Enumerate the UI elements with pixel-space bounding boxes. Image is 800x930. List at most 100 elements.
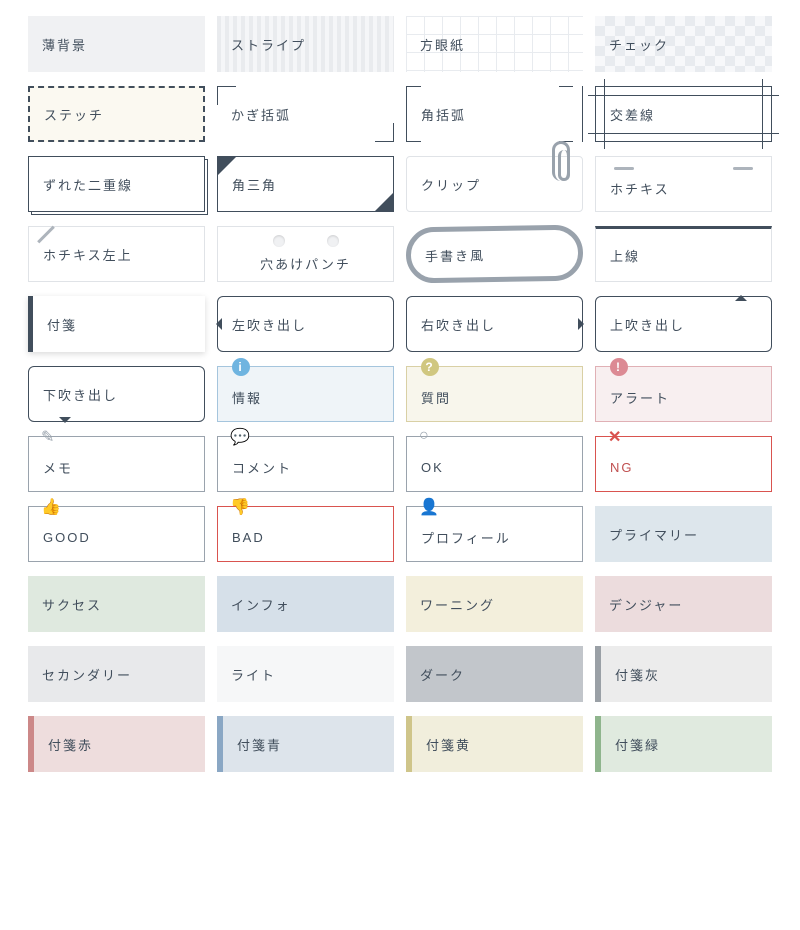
label: インフォ: [231, 595, 291, 614]
label: 上線: [610, 246, 640, 265]
label: ステッチ: [44, 105, 104, 124]
style-handdrawn[interactable]: 手書き風: [406, 224, 584, 283]
thumbs-down-icon: 👎: [230, 497, 252, 517]
style-staple[interactable]: ホチキス: [595, 156, 772, 212]
style-stripe[interactable]: ストライプ: [217, 16, 394, 72]
label: 方眼紙: [420, 35, 465, 54]
style-success[interactable]: サクセス: [28, 576, 205, 632]
label: 付箋緑: [615, 735, 660, 754]
label: ワーニング: [420, 595, 495, 614]
style-staple-topleft[interactable]: ホチキス左上: [28, 226, 205, 282]
label: 角括弧: [421, 105, 466, 124]
label: 情報: [232, 388, 262, 407]
label: BAD: [232, 530, 265, 545]
label: ストライプ: [231, 35, 306, 54]
label: プライマリー: [609, 525, 699, 544]
style-fusen[interactable]: 付箋: [28, 296, 205, 352]
profile-icon: 👤: [419, 497, 441, 517]
style-speech-top[interactable]: 上吹き出し: [595, 296, 772, 352]
style-speech-right[interactable]: 右吹き出し: [406, 296, 583, 352]
thumbs-up-icon: 👍: [41, 497, 63, 517]
style-graph[interactable]: 方眼紙: [406, 16, 583, 72]
label: 付箋赤: [48, 735, 93, 754]
label: 上吹き出し: [610, 315, 685, 334]
circle-icon: ○: [419, 427, 431, 445]
style-secondary[interactable]: セカンダリー: [28, 646, 205, 702]
label: 付箋黄: [426, 735, 471, 754]
label: コメント: [232, 458, 292, 477]
style-corner-triangle[interactable]: 角三角: [217, 156, 394, 212]
style-fusen-red[interactable]: 付箋赤: [28, 716, 205, 772]
style-primary[interactable]: プライマリー: [595, 506, 772, 562]
label: クリップ: [421, 175, 481, 194]
style-ok[interactable]: ○OK: [406, 436, 583, 492]
label: GOOD: [43, 530, 91, 545]
alert-icon: !: [610, 358, 628, 376]
label: ホチキス: [610, 179, 670, 198]
style-kagi-bracket[interactable]: かぎ括弧: [217, 86, 394, 142]
label: 質問: [421, 388, 451, 407]
style-dark[interactable]: ダーク: [406, 646, 583, 702]
label: ライト: [231, 665, 276, 684]
style-bad[interactable]: 👎BAD: [217, 506, 394, 562]
label: ずれた二重線: [43, 175, 133, 194]
pencil-icon: ✎: [41, 427, 56, 447]
label: 付箋灰: [615, 665, 660, 684]
staple-pins-icon: [614, 167, 753, 170]
label: 角三角: [232, 175, 277, 194]
style-grid: 薄背景 ストライプ 方眼紙 チェック ステッチ かぎ括弧 角括弧 交差線 ずれた…: [28, 16, 772, 772]
label: プロフィール: [421, 528, 511, 547]
label: NG: [610, 460, 634, 475]
comment-icon: 💬: [230, 427, 252, 447]
label: 下吹き出し: [43, 385, 118, 404]
style-light[interactable]: ライト: [217, 646, 394, 702]
style-fusen-yellow[interactable]: 付箋黄: [406, 716, 583, 772]
style-cross-line[interactable]: 交差線: [595, 86, 772, 142]
info-icon: i: [232, 358, 250, 376]
label: チェック: [609, 35, 669, 54]
style-memo[interactable]: ✎メモ: [28, 436, 205, 492]
question-icon: ?: [421, 358, 439, 376]
label: サクセス: [42, 595, 102, 614]
style-fusen-green[interactable]: 付箋緑: [595, 716, 772, 772]
label: 付箋青: [237, 735, 282, 754]
style-fusen-gray[interactable]: 付箋灰: [595, 646, 772, 702]
label: メモ: [43, 458, 73, 477]
style-overline[interactable]: 上線: [595, 226, 772, 282]
style-thin-bg[interactable]: 薄背景: [28, 16, 205, 72]
style-fusen-blue[interactable]: 付箋青: [217, 716, 394, 772]
style-comment[interactable]: 💬コメント: [217, 436, 394, 492]
style-check[interactable]: チェック: [595, 16, 772, 72]
style-alert[interactable]: !アラート: [595, 366, 772, 422]
style-profile[interactable]: 👤プロフィール: [406, 506, 583, 562]
label: ダーク: [420, 665, 465, 684]
label: 左吹き出し: [232, 315, 307, 334]
punch-holes-icon: [218, 235, 393, 247]
style-stitch[interactable]: ステッチ: [28, 86, 205, 142]
label: かぎ括弧: [231, 105, 291, 124]
style-hole-punch[interactable]: 穴あけパンチ: [217, 226, 394, 282]
style-question[interactable]: ?質問: [406, 366, 583, 422]
label: OK: [421, 460, 444, 475]
style-info-fill[interactable]: インフォ: [217, 576, 394, 632]
label: 右吹き出し: [421, 315, 496, 334]
label: 薄背景: [42, 35, 87, 54]
label: アラート: [610, 388, 670, 407]
label: 交差線: [610, 105, 655, 124]
style-speech-bottom[interactable]: 下吹き出し: [28, 366, 205, 422]
style-speech-left[interactable]: 左吹き出し: [217, 296, 394, 352]
style-clip[interactable]: クリップ: [406, 156, 583, 212]
clip-icon: [552, 141, 570, 181]
label: 手書き風: [425, 245, 485, 265]
style-good[interactable]: 👍GOOD: [28, 506, 205, 562]
style-danger[interactable]: デンジャー: [595, 576, 772, 632]
style-warning[interactable]: ワーニング: [406, 576, 583, 632]
x-icon: ✕: [608, 427, 623, 447]
style-ng[interactable]: ✕NG: [595, 436, 772, 492]
style-info[interactable]: i情報: [217, 366, 394, 422]
label: ホチキス左上: [43, 245, 133, 264]
style-square-bracket[interactable]: 角括弧: [406, 86, 583, 142]
label: 付箋: [47, 315, 77, 334]
style-offset-double[interactable]: ずれた二重線: [28, 156, 205, 212]
label: 穴あけパンチ: [260, 254, 351, 273]
